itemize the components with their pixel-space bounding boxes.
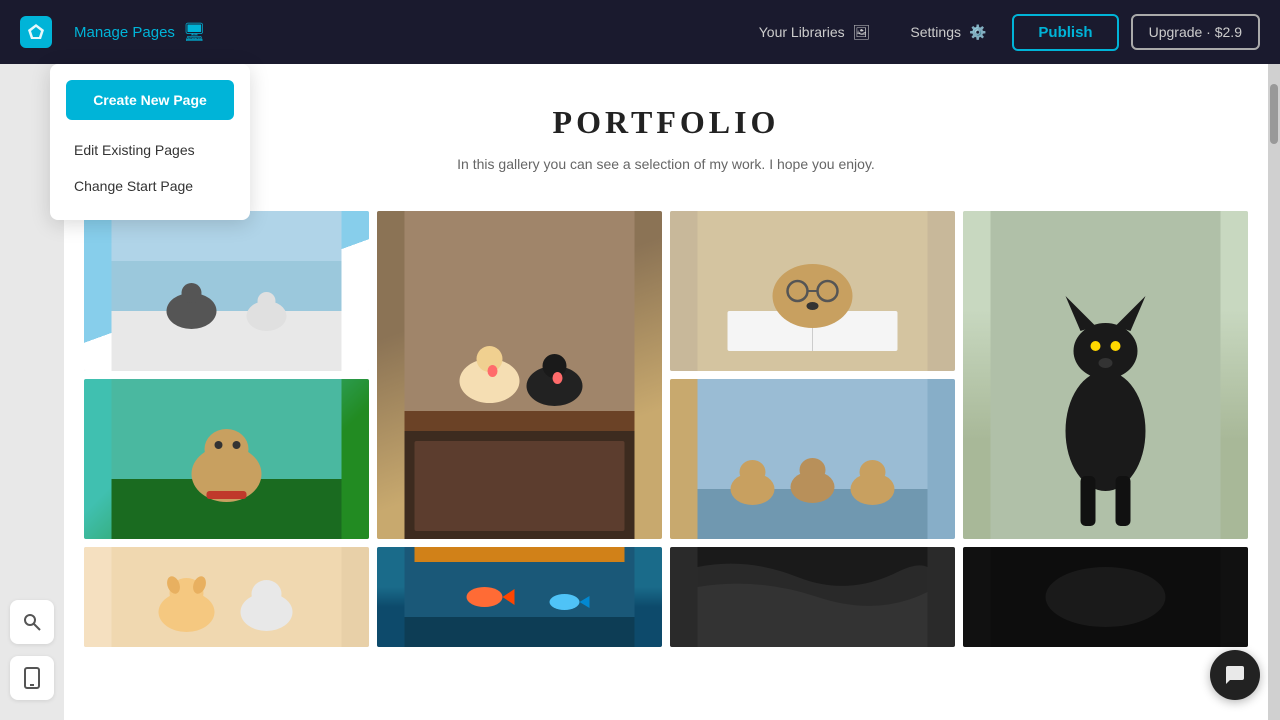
- scrollbar[interactable]: [1268, 64, 1280, 720]
- gallery-item[interactable]: [963, 211, 1248, 539]
- libraries-icon: 🖼: [853, 24, 871, 41]
- change-start-page-button[interactable]: Change Start Page: [66, 168, 234, 204]
- create-new-page-button[interactable]: Create New Page: [66, 80, 234, 120]
- portfolio-title: PORTFOLIO: [84, 104, 1248, 141]
- chat-button[interactable]: [1210, 650, 1260, 700]
- manage-pages-button[interactable]: Manage Pages 🖥: [64, 16, 216, 49]
- manage-pages-dropdown: Create New Page Edit Existing Pages Chan…: [50, 64, 250, 220]
- gallery-item[interactable]: [670, 547, 955, 647]
- settings-button[interactable]: Settings ⚙️: [896, 16, 1000, 49]
- gallery-item[interactable]: [963, 547, 1248, 647]
- monitor-icon: 🖥: [183, 22, 206, 43]
- manage-pages-label: Manage Pages: [74, 24, 175, 41]
- gallery-item[interactable]: [377, 547, 662, 647]
- gallery-item[interactable]: [377, 211, 662, 539]
- your-libraries-label: Your Libraries: [759, 24, 845, 40]
- gear-icon: ⚙️: [969, 24, 986, 41]
- navbar-left: Manage Pages 🖥: [20, 16, 216, 49]
- gallery-item[interactable]: [84, 379, 369, 539]
- your-libraries-button[interactable]: Your Libraries 🖼: [745, 16, 885, 49]
- photo-gallery: [64, 195, 1268, 663]
- portfolio-subtitle: In this gallery you can see a selection …: [84, 153, 1248, 175]
- navbar-right: Your Libraries 🖼 Settings ⚙️ Publish Upg…: [745, 14, 1260, 51]
- gallery-item[interactable]: [84, 547, 369, 647]
- logo-icon[interactable]: [20, 16, 52, 48]
- gallery-item[interactable]: [84, 211, 369, 371]
- gallery-item[interactable]: [670, 211, 955, 371]
- publish-button[interactable]: Publish: [1012, 14, 1118, 51]
- gallery-item[interactable]: [670, 379, 955, 539]
- navbar: Manage Pages 🖥 Your Libraries 🖼 Settings…: [0, 0, 1280, 64]
- settings-label: Settings: [910, 24, 961, 40]
- mobile-preview-icon[interactable]: [10, 656, 54, 700]
- upgrade-button[interactable]: Upgrade · $2.9: [1131, 14, 1260, 50]
- search-panel-icon[interactable]: [10, 600, 54, 644]
- edit-existing-pages-button[interactable]: Edit Existing Pages: [66, 132, 234, 168]
- scroll-thumb[interactable]: [1270, 84, 1278, 144]
